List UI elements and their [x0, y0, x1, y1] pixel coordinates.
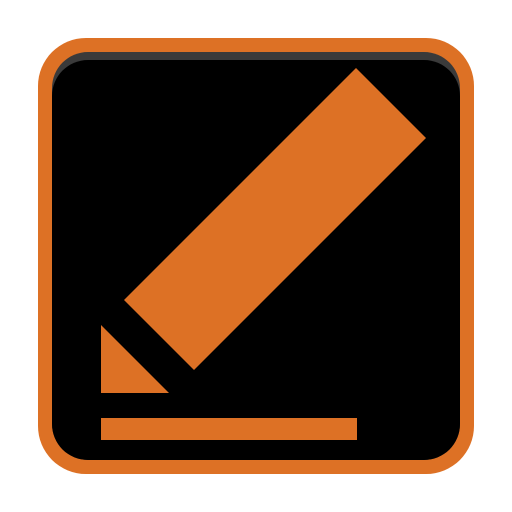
icon-canvas [0, 0, 512, 512]
edit-pencil-icon[interactable] [0, 0, 512, 512]
underline-bar [101, 418, 357, 440]
